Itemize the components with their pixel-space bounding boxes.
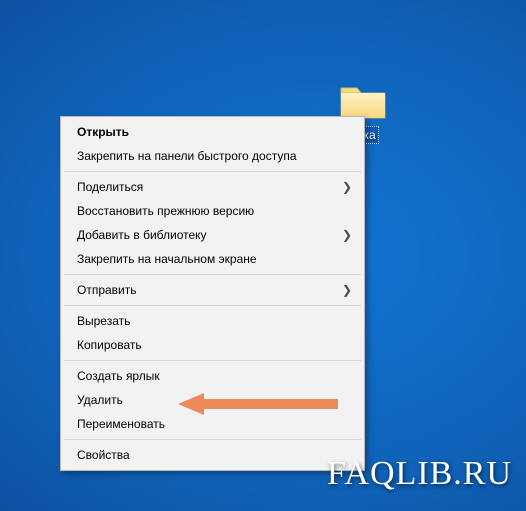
menu-separator	[64, 439, 361, 440]
menu-properties[interactable]: Свойства	[63, 443, 362, 467]
menu-separator	[64, 305, 361, 306]
watermark-text: FAQLIB.RU	[327, 455, 512, 493]
menu-delete-label: Удалить	[77, 393, 123, 407]
menu-pin-start-label: Закрепить на начальном экране	[77, 252, 257, 266]
menu-delete[interactable]: Удалить	[63, 388, 362, 412]
menu-cut[interactable]: Вырезать	[63, 309, 362, 333]
menu-add-to-library[interactable]: Добавить в библиотеку ❯	[63, 223, 362, 247]
menu-pin-quick-label: Закрепить на панели быстрого доступа	[77, 149, 297, 163]
menu-separator	[64, 171, 361, 172]
menu-share-label: Поделиться	[77, 180, 143, 194]
menu-create-shortcut[interactable]: Создать ярлык	[63, 364, 362, 388]
menu-separator	[64, 274, 361, 275]
folder-context-menu: Открыть Закрепить на панели быстрого дос…	[60, 116, 365, 471]
menu-restore-previous[interactable]: Восстановить прежнюю версию	[63, 199, 362, 223]
menu-add-library-label: Добавить в библиотеку	[77, 228, 207, 242]
menu-properties-label: Свойства	[77, 448, 130, 462]
menu-pin-start[interactable]: Закрепить на начальном экране	[63, 247, 362, 271]
menu-cut-label: Вырезать	[77, 314, 130, 328]
menu-pin-quick-access[interactable]: Закрепить на панели быстрого доступа	[63, 144, 362, 168]
menu-open-label: Открыть	[77, 125, 129, 139]
menu-rename-label: Переименовать	[77, 417, 165, 431]
menu-open[interactable]: Открыть	[63, 120, 362, 144]
menu-copy-label: Копировать	[77, 338, 142, 352]
menu-separator	[64, 360, 361, 361]
menu-send-to-label: Отправить	[77, 283, 137, 297]
chevron-right-icon: ❯	[342, 179, 352, 195]
chevron-right-icon: ❯	[342, 282, 352, 298]
menu-shortcut-label: Создать ярлык	[77, 369, 160, 383]
chevron-right-icon: ❯	[342, 227, 352, 243]
menu-rename[interactable]: Переименовать	[63, 412, 362, 436]
menu-copy[interactable]: Копировать	[63, 333, 362, 357]
menu-send-to[interactable]: Отправить ❯	[63, 278, 362, 302]
menu-restore-label: Восстановить прежнюю версию	[77, 204, 254, 218]
menu-share[interactable]: Поделиться ❯	[63, 175, 362, 199]
